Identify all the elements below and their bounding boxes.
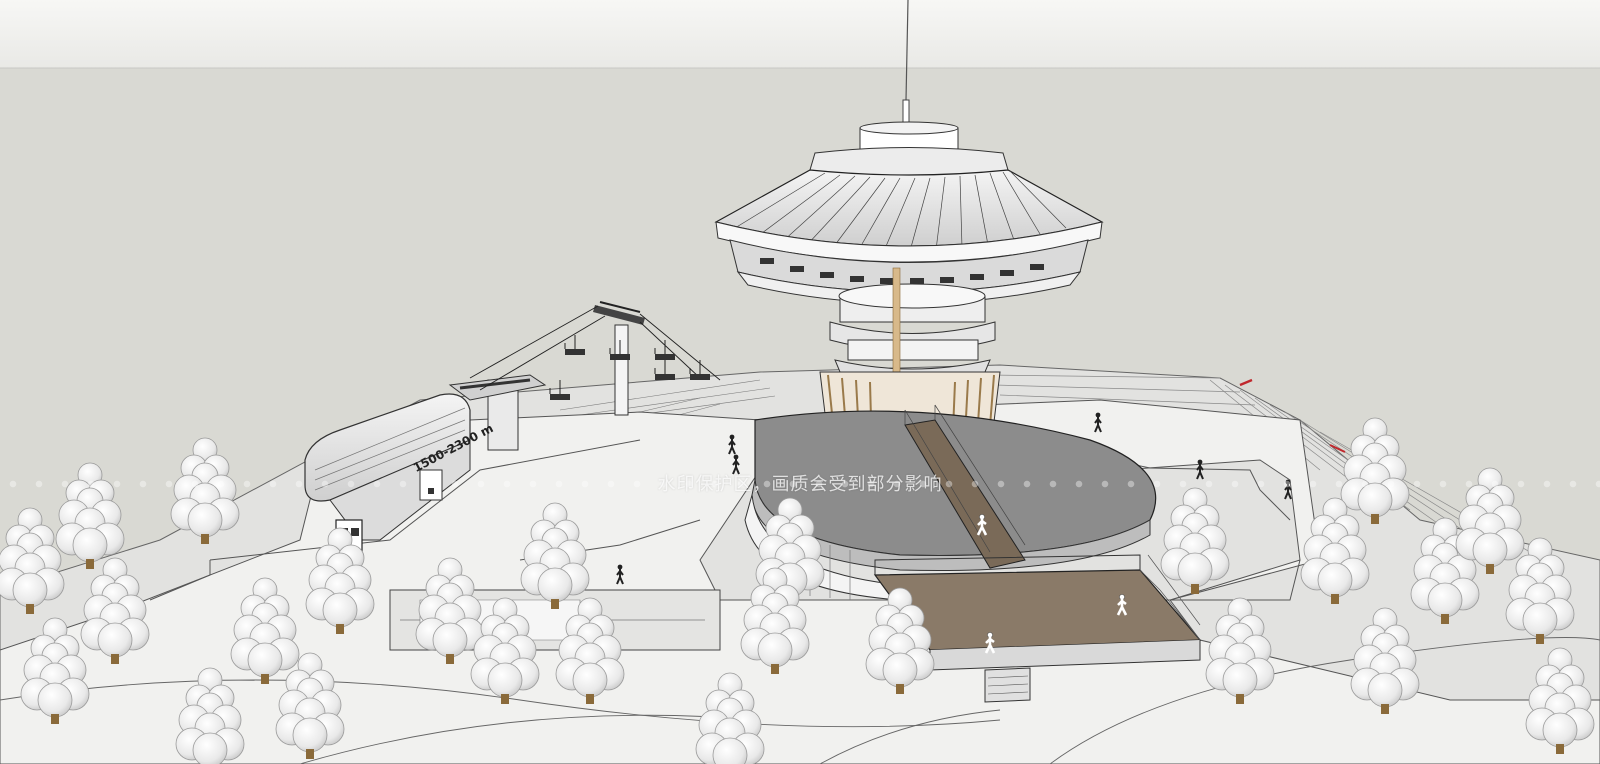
architectural-sketch-scene <box>0 0 1600 764</box>
sketch-viewport: 水印保护区，画质会受到部分影响 1500-2300 m <box>0 0 1600 764</box>
